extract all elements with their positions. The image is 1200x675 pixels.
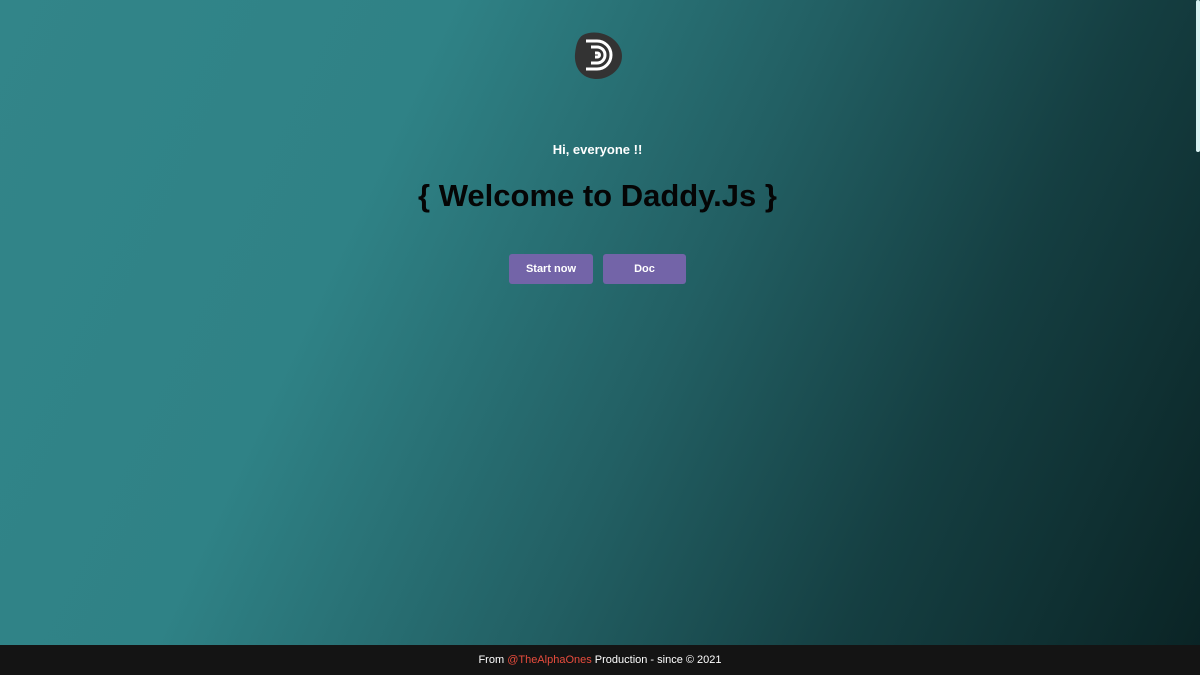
scrollbar-thumb[interactable] <box>1196 0 1200 152</box>
daddyjs-logo-icon[interactable] <box>573 30 623 80</box>
page-title: { Welcome to Daddy.Js } <box>418 178 777 213</box>
footer-handle-link[interactable]: @TheAlphaOnes <box>507 654 592 666</box>
footer-suffix: Production - since © 2021 <box>591 654 722 666</box>
doc-button[interactable]: Doc <box>603 254 686 284</box>
greeting-text: Hi, everyone !! <box>552 142 643 157</box>
start-now-button[interactable]: Start now <box>509 254 593 284</box>
footer-prefix: From <box>478 654 508 666</box>
footer: From @TheAlphaOnes Production - since © … <box>0 645 1200 675</box>
